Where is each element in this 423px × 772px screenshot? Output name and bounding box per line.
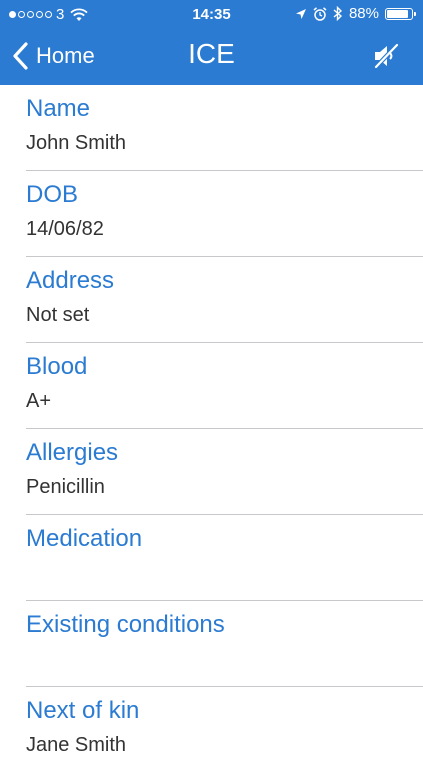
alarm-icon <box>313 6 327 21</box>
field-label: Existing conditions <box>26 611 225 638</box>
field-value: A+ <box>26 390 52 412</box>
field-label: Blood <box>26 353 88 380</box>
status-bar: 3 14:35 88% <box>0 0 423 30</box>
field-value: Jane Smith <box>26 734 127 756</box>
field-label: Name <box>26 95 91 122</box>
field-row-blood[interactable]: Blood A+ <box>26 343 423 429</box>
field-value: 14/06/82 <box>26 218 104 240</box>
bluetooth-icon <box>333 6 342 21</box>
battery-fill <box>387 9 409 18</box>
ice-details-list: Name John Smith DOB 14/06/82 Address Not… <box>0 85 423 772</box>
field-row-address[interactable]: Address Not set <box>26 257 423 343</box>
field-row-next-of-kin[interactable]: Next of kin Jane Smith <box>26 687 423 772</box>
header: 3 14:35 88% Home ICE <box>0 0 423 85</box>
status-right: 88% <box>295 5 416 22</box>
field-row-existing-conditions[interactable]: Existing conditions <box>26 601 423 687</box>
field-label: Allergies <box>26 439 119 466</box>
location-icon <box>295 8 306 19</box>
field-row-allergies[interactable]: Allergies Penicillin <box>26 429 423 515</box>
field-row-medication[interactable]: Medication <box>26 515 423 601</box>
field-value: Not set <box>26 304 90 326</box>
field-label: Medication <box>26 525 143 552</box>
field-row-dob[interactable]: DOB 14/06/82 <box>26 171 423 257</box>
navigation-bar: Home ICE <box>0 30 423 85</box>
field-row-name[interactable]: Name John Smith <box>26 85 423 171</box>
field-value: John Smith <box>26 132 127 154</box>
battery-icon <box>385 7 416 20</box>
page-title: ICE <box>188 38 235 69</box>
mute-icon[interactable] <box>371 41 401 71</box>
battery-percent: 88% <box>348 5 379 22</box>
field-label: DOB <box>26 181 79 208</box>
field-label: Next of kin <box>26 697 140 724</box>
field-label: Address <box>26 267 115 294</box>
field-value: Penicillin <box>26 476 105 498</box>
